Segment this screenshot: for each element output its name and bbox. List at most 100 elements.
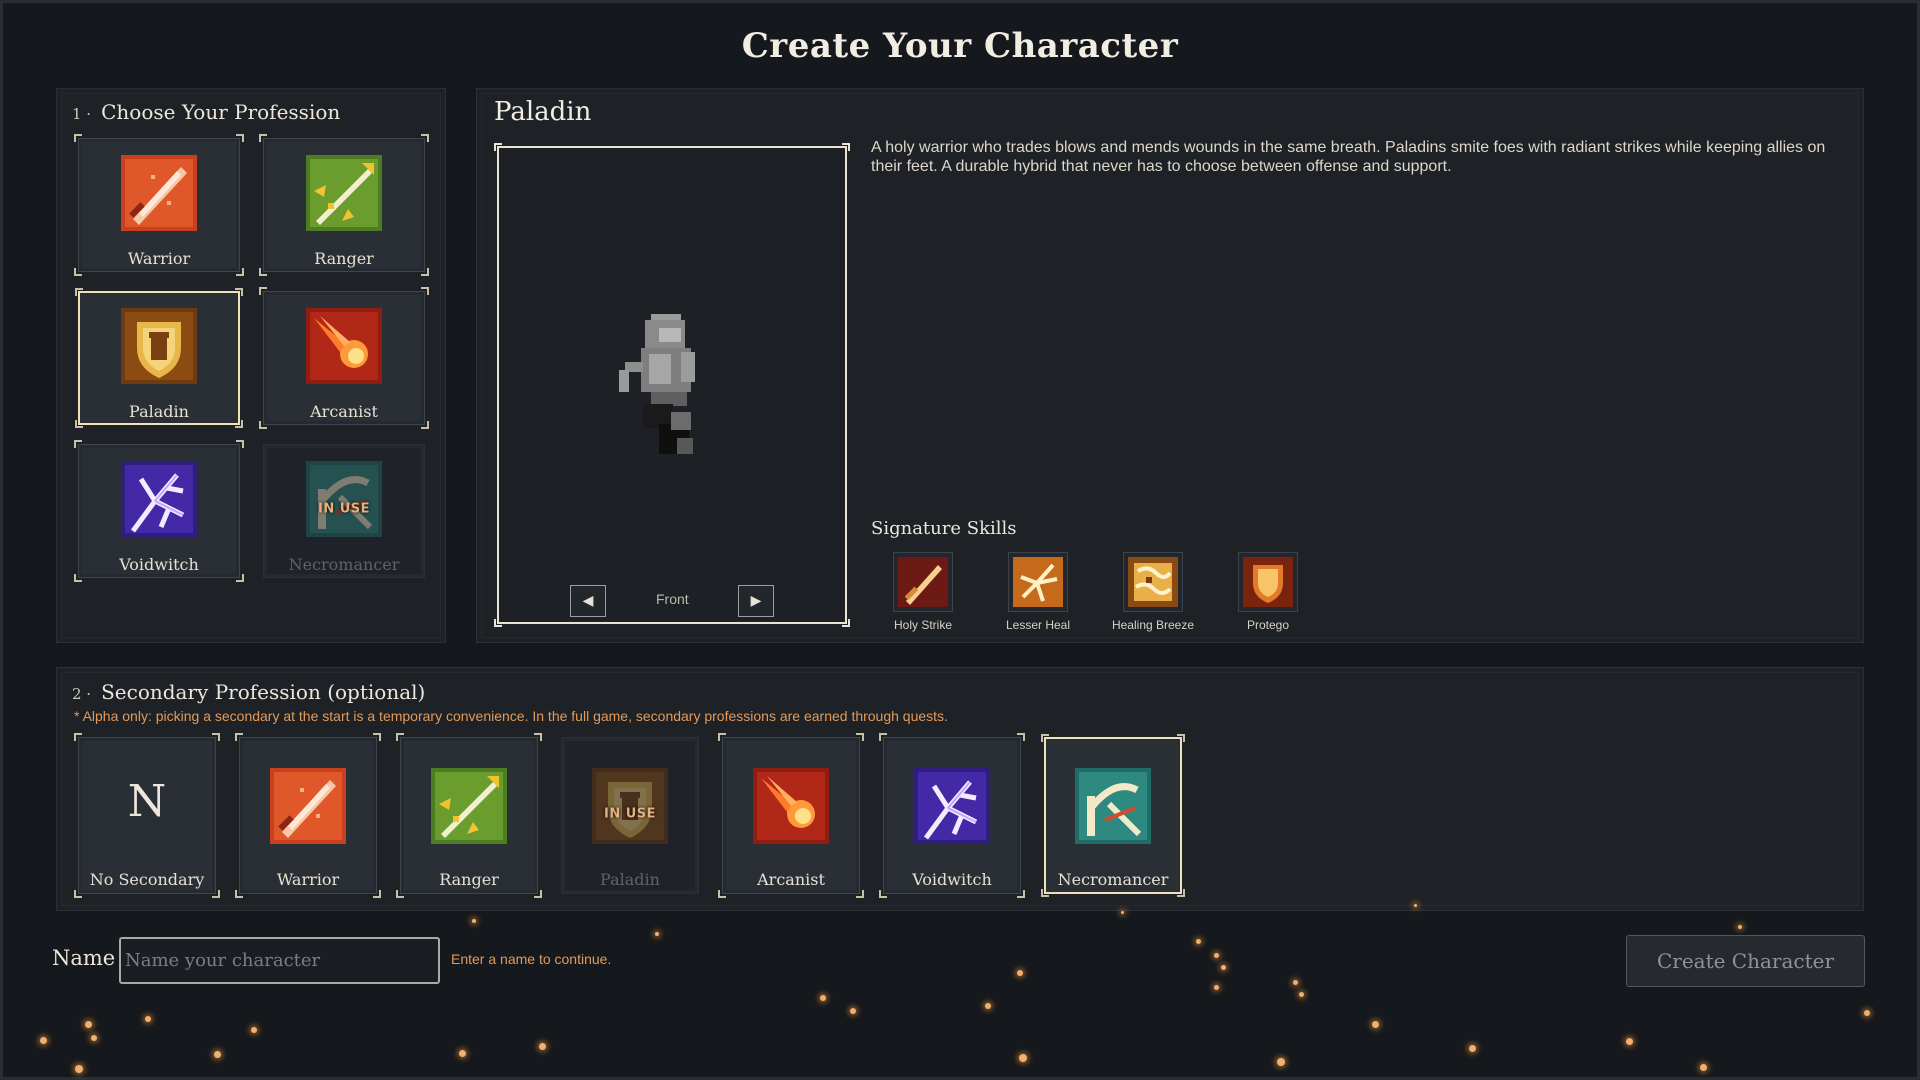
ember xyxy=(539,1043,546,1050)
corner-ornament xyxy=(1177,889,1185,897)
corner-ornament xyxy=(494,143,502,151)
secondary-label: Paladin xyxy=(600,870,660,889)
corner-ornament xyxy=(236,268,244,276)
profession-card-warrior[interactable]: Warrior xyxy=(74,134,244,276)
profession-card-ranger[interactable]: Ranger xyxy=(259,134,429,276)
corner-ornament xyxy=(1017,890,1025,898)
corner-ornament xyxy=(259,287,267,295)
corner-ornament xyxy=(74,574,82,582)
ember xyxy=(1626,1038,1633,1045)
ember xyxy=(1738,925,1742,929)
secondary-label: No Secondary xyxy=(89,870,205,889)
ember xyxy=(1299,992,1304,997)
profession-label: Paladin xyxy=(129,402,189,421)
corner-ornament xyxy=(235,733,243,741)
corner-ornament xyxy=(74,890,82,898)
ember xyxy=(214,1051,221,1058)
paladin-icon xyxy=(121,308,197,384)
no-secondary-icon: N xyxy=(127,776,167,827)
ember xyxy=(1372,1021,1379,1028)
secondary-label: Warrior xyxy=(276,870,340,889)
corner-ornament xyxy=(1041,889,1049,897)
page-title: Create Your Character xyxy=(741,26,1179,66)
ember xyxy=(145,1016,151,1022)
profession-label: Ranger xyxy=(314,249,374,268)
secondary-label: Necromancer xyxy=(1057,870,1169,889)
profession-card-paladin[interactable]: Paladin xyxy=(75,288,243,428)
corner-ornament xyxy=(421,134,429,142)
corner-ornament xyxy=(879,890,887,898)
skill-healing-breeze[interactable]: Healing Breeze xyxy=(1098,552,1208,632)
alpha-note: * Alpha only: picking a secondary at the… xyxy=(74,708,948,724)
necromancer-icon xyxy=(1075,768,1151,844)
profession-label: Warrior xyxy=(127,249,191,268)
corner-ornament xyxy=(235,288,243,296)
secondary-card-paladin: IN USE Paladin xyxy=(561,737,699,894)
secondary-card-voidwitch[interactable]: Voidwitch xyxy=(879,733,1025,898)
secondary-label: Ranger xyxy=(439,870,499,889)
character-name-input[interactable] xyxy=(119,937,440,984)
secondary-card-none[interactable]: N No Secondary xyxy=(74,733,220,898)
heading-text: Secondary Profession (optional) xyxy=(101,680,426,704)
secondary-label: Arcanist xyxy=(757,870,825,889)
secondary-card-arcanist[interactable]: Arcanist xyxy=(718,733,864,898)
corner-ornament xyxy=(212,733,220,741)
corner-ornament xyxy=(856,890,864,898)
ember xyxy=(1121,911,1124,914)
skill-lesser-heal[interactable]: Lesser Heal xyxy=(983,552,1093,632)
corner-ornament xyxy=(259,134,267,142)
corner-ornament xyxy=(396,890,404,898)
corner-ornament xyxy=(534,890,542,898)
corner-ornament xyxy=(534,733,542,741)
corner-ornament xyxy=(74,268,82,276)
profession-card-voidwitch[interactable]: Voidwitch xyxy=(74,440,244,582)
secondary-card-warrior[interactable]: Warrior xyxy=(235,733,381,898)
corner-ornament xyxy=(1017,733,1025,741)
ember xyxy=(91,1035,97,1041)
corner-ornament xyxy=(235,420,243,428)
ember xyxy=(459,1050,466,1057)
in-use-badge: IN USE xyxy=(603,806,657,822)
corner-ornament xyxy=(75,420,83,428)
ember xyxy=(850,1008,856,1014)
corner-ornament xyxy=(235,890,243,898)
step-number: 1 · xyxy=(72,105,92,123)
corner-ornament xyxy=(74,440,82,448)
warrior-icon xyxy=(270,768,346,844)
ember xyxy=(820,995,826,1001)
shield-icon xyxy=(1243,557,1293,607)
corner-ornament xyxy=(74,733,82,741)
ember xyxy=(1700,1064,1707,1071)
ember xyxy=(1019,1054,1027,1062)
ember xyxy=(1196,939,1201,944)
voidwitch-icon xyxy=(121,461,197,537)
skill-protego[interactable]: Protego xyxy=(1213,552,1323,632)
ember xyxy=(75,1065,83,1073)
corner-ornament xyxy=(373,733,381,741)
corner-ornament xyxy=(856,733,864,741)
signature-skills-heading: Signature Skills xyxy=(871,518,1017,539)
skill-holy-strike[interactable]: Holy Strike xyxy=(868,552,978,632)
profession-card-arcanist[interactable]: Arcanist xyxy=(259,287,429,429)
corner-ornament xyxy=(718,890,726,898)
secondary-profession-heading: 2 · Secondary Profession (optional) xyxy=(72,680,425,704)
secondary-card-ranger[interactable]: Ranger xyxy=(396,733,542,898)
secondary-label: Voidwitch xyxy=(912,870,992,889)
create-character-button[interactable]: Create Character xyxy=(1626,935,1865,987)
corner-ornament xyxy=(236,134,244,142)
rotate-left-button[interactable]: ◀ xyxy=(570,585,606,617)
corner-ornament xyxy=(1177,734,1185,742)
skill-label: Holy Strike xyxy=(893,618,952,632)
ember xyxy=(1414,904,1417,907)
ember xyxy=(1214,985,1219,990)
rotate-right-button[interactable]: ▶ xyxy=(738,585,774,617)
skill-label: Protego xyxy=(1246,618,1290,632)
corner-ornament xyxy=(236,440,244,448)
ember xyxy=(1277,1058,1285,1066)
ember xyxy=(1221,965,1226,970)
corner-ornament xyxy=(75,288,83,296)
ranger-icon xyxy=(431,768,507,844)
secondary-card-necromancer[interactable]: Necromancer xyxy=(1041,734,1185,897)
skill-label: Healing Breeze xyxy=(1111,618,1195,632)
class-description: A holy warrior who trades blows and mend… xyxy=(871,139,1826,175)
